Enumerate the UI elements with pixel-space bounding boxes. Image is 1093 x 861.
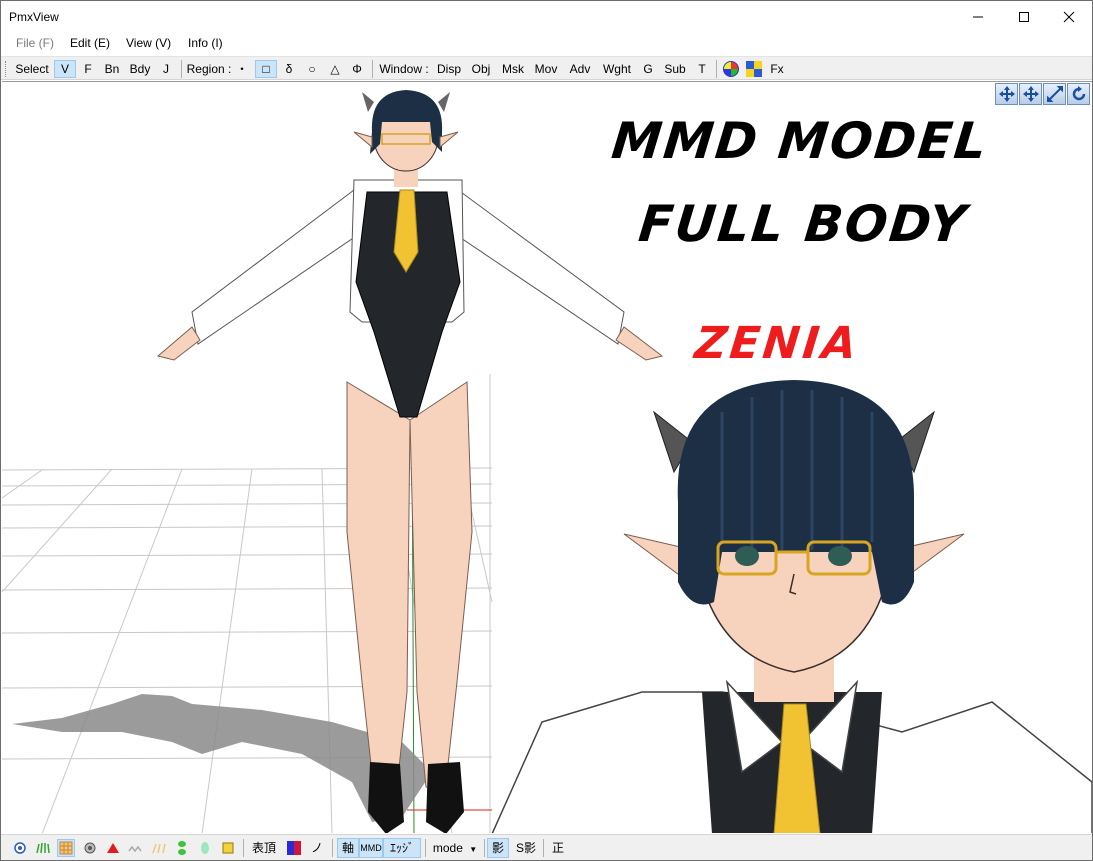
mode-dropdown-label: mode <box>432 841 463 855</box>
correct-button[interactable]: 正 <box>547 838 569 858</box>
color-wheel-button[interactable] <box>721 60 741 78</box>
heading-mmd-model: MMD MODEL <box>608 112 992 170</box>
statusbar-separator <box>543 839 544 857</box>
window-msk-button[interactable]: Msk <box>499 60 527 78</box>
window-title: PmxView <box>9 10 59 24</box>
statusbar-separator <box>332 839 333 857</box>
statusbar-separator <box>243 839 244 857</box>
statusbar-separator <box>425 839 426 857</box>
soft-body-icon[interactable] <box>219 839 237 857</box>
mmd-toggle-button[interactable]: MMD <box>359 838 383 858</box>
toolbar-separator <box>716 60 717 78</box>
close-button[interactable] <box>1046 1 1092 32</box>
select-vertex-button[interactable]: V <box>54 60 76 78</box>
window-wght-button[interactable]: Wght <box>599 60 635 78</box>
fx-button[interactable]: Fx <box>767 60 787 78</box>
expression-button[interactable]: 表頂 <box>248 838 280 858</box>
select-body-button[interactable]: Bdy <box>126 60 154 78</box>
move-xz-icon[interactable] <box>1019 83 1042 105</box>
window-obj-button[interactable]: Obj <box>468 60 494 78</box>
select-bone-button[interactable]: Bn <box>100 60 124 78</box>
region-circle-button[interactable]: ○ <box>303 60 321 78</box>
window-disp-button[interactable]: Disp <box>435 60 463 78</box>
pmxview-window: PmxView File (F) Edit (E) View (V) Info … <box>0 0 1093 861</box>
nomi-button[interactable]: ノミ <box>307 838 327 858</box>
statusbar-separator <box>484 839 485 857</box>
menu-view[interactable]: View (V) <box>126 36 171 50</box>
model-viewport[interactable]: MMD MODEL FULL BODY ZENIA <box>2 81 1092 833</box>
zoom-icon[interactable] <box>1043 83 1066 105</box>
select-joint-button[interactable]: J <box>156 60 176 78</box>
heading-full-body: FULL BODY <box>635 195 971 253</box>
maximize-icon <box>1019 11 1029 22</box>
window-label: Window : <box>379 62 429 76</box>
select-face-button[interactable]: F <box>78 60 98 78</box>
grid-color-button[interactable] <box>744 60 764 78</box>
minimize-button[interactable] <box>955 1 1001 32</box>
menu-info[interactable]: Info (I) <box>188 36 223 50</box>
minimize-icon <box>973 16 983 17</box>
region-delta-button[interactable]: δ <box>280 60 298 78</box>
mode-dropdown[interactable]: mode ▼ <box>429 838 481 858</box>
window-g-button[interactable]: G <box>639 60 657 78</box>
window-adv-button[interactable]: Adv <box>566 60 594 78</box>
joint-display-icon[interactable] <box>196 839 214 857</box>
axis-toggle-button[interactable]: 軸 <box>337 838 359 858</box>
region-phi-button[interactable]: Φ <box>348 60 366 78</box>
toolbar-separator <box>181 60 182 78</box>
maximize-button[interactable] <box>1001 1 1047 32</box>
title-bar: PmxView <box>1 1 1092 32</box>
shadow-toggle-button[interactable]: 影 <box>487 838 509 858</box>
physics-display-icon[interactable] <box>150 839 168 857</box>
weight-display-icon[interactable] <box>127 839 145 857</box>
toolbar-separator <box>372 60 373 78</box>
normal-display-icon[interactable] <box>34 839 52 857</box>
region-rect-button[interactable]: □ <box>255 60 277 78</box>
bone-display-icon[interactable] <box>81 839 99 857</box>
window-t-button[interactable]: T <box>693 60 711 78</box>
color-swatch-icon[interactable] <box>285 839 303 857</box>
window-mov-button[interactable]: Mov <box>532 60 560 78</box>
toolbar: Select : V F Bn Bdy J Region : ・ □ δ ○ △… <box>1 56 1092 94</box>
region-triangle-button[interactable]: △ <box>326 60 344 78</box>
viewport-nav-icons <box>995 83 1090 105</box>
menu-file[interactable]: File (F) <box>16 36 54 50</box>
rigid-body-icon[interactable] <box>173 839 191 857</box>
dropdown-arrow-icon: ▼ <box>469 845 478 854</box>
window-sub-button[interactable]: Sub <box>662 60 688 78</box>
edge-toggle-button[interactable]: ｴｯｼﾞ <box>383 838 421 858</box>
model-name-title: ZENIA <box>692 318 862 369</box>
triangle-display-icon[interactable] <box>104 839 122 857</box>
move-xy-icon[interactable] <box>995 83 1018 105</box>
self-shadow-button[interactable]: S影 <box>513 838 539 858</box>
model-closeup <box>491 380 1092 833</box>
color-wheel-icon <box>723 61 739 77</box>
region-point-button[interactable]: ・ <box>234 60 250 78</box>
menu-edit[interactable]: Edit (E) <box>70 36 110 50</box>
select-label: Select : <box>15 62 49 94</box>
close-icon <box>1063 11 1075 22</box>
mesh-display-icon[interactable] <box>57 839 75 857</box>
menu-bar: File (F) Edit (E) View (V) Info (I) <box>1 32 1092 54</box>
bottom-toolbar: 表頂 ノミ 軸 MMD ｴｯｼﾞ mode ▼ 影 S影 正 <box>1 834 1092 860</box>
toolbar-grip[interactable] <box>5 61 8 77</box>
vertex-point-icon[interactable] <box>11 839 29 857</box>
grid-color-icon <box>746 61 762 77</box>
region-label: Region : <box>186 62 232 76</box>
rotate-icon[interactable] <box>1067 83 1090 105</box>
